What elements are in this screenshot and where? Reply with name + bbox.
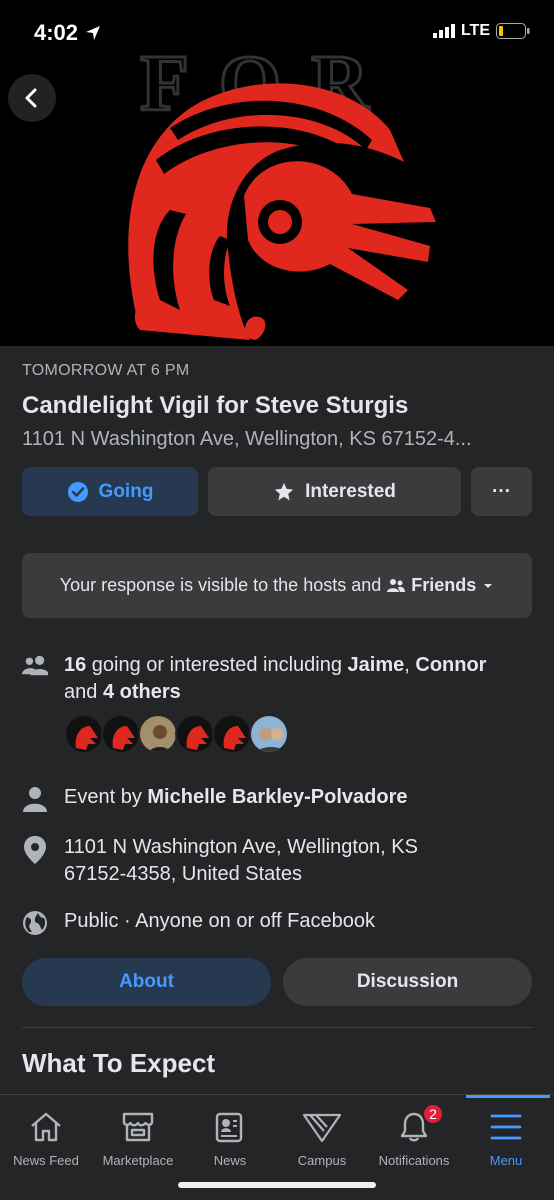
- chevron-left-icon: [25, 88, 37, 108]
- going-label: Going: [98, 480, 154, 502]
- friends-icon: [387, 578, 406, 592]
- location-pin-icon: [24, 836, 46, 864]
- interested-button[interactable]: Interested: [208, 467, 461, 516]
- going-button[interactable]: Going: [22, 467, 198, 516]
- response-visibility-notice: Your response is visible to the hosts an…: [22, 553, 532, 618]
- status-time-text: 4:02: [34, 20, 79, 45]
- nav-campus[interactable]: Campus: [276, 1095, 368, 1175]
- attendance-mid: going or interested including: [86, 654, 348, 676]
- menu-icon: [489, 1109, 523, 1145]
- person-icon-wrap: [22, 784, 48, 812]
- interested-label: Interested: [305, 480, 396, 502]
- status-time: 4:02: [34, 20, 102, 46]
- audience-selector[interactable]: Friends: [411, 575, 476, 596]
- attendee-name-2[interactable]: Connor: [415, 654, 486, 676]
- attendance-count: 16: [64, 654, 87, 676]
- event-address[interactable]: 1101 N Washington Ave, Wellington, KS 67…: [22, 428, 534, 451]
- attendance-text: 16 going or interested including Jaime, …: [64, 652, 486, 706]
- avatar[interactable]: [138, 714, 178, 754]
- event-time: TOMORROW AT 6 PM: [22, 362, 190, 379]
- status-bar: 4:02 LTE: [0, 0, 554, 66]
- nav-menu[interactable]: Menu: [460, 1095, 552, 1175]
- host-text: Event by Michelle Barkley-Polvadore: [64, 784, 408, 812]
- section-title: What To Expect: [22, 1048, 216, 1078]
- event-header: TOMORROW AT 6 PM Candlelight Vigil for S…: [22, 362, 534, 451]
- attendee-avatars[interactable]: [64, 714, 289, 754]
- privacy-row: Public · Anyone on or off Facebook: [22, 908, 532, 936]
- nav-label: News: [213, 1153, 247, 1168]
- avatar[interactable]: [64, 714, 104, 754]
- location-arrow-icon: [86, 26, 101, 40]
- host-prefix: Event by: [64, 786, 148, 808]
- nav-label: News Feed: [13, 1153, 79, 1168]
- signal-icon: [432, 24, 455, 38]
- divider: [22, 1027, 532, 1028]
- nav-label: Marketplace: [102, 1153, 174, 1168]
- host-row[interactable]: Event by Michelle Barkley-Polvadore: [22, 784, 532, 812]
- notification-badge: 2: [422, 1103, 444, 1125]
- location-line-1: 1101 N Washington Ave, Wellington, KS: [64, 836, 418, 858]
- avatar[interactable]: [249, 714, 289, 754]
- people-icon: [22, 655, 48, 676]
- host-name[interactable]: Michelle Barkley-Polvadore: [147, 786, 407, 808]
- tab-discussion[interactable]: Discussion: [283, 958, 532, 1006]
- visibility-text: Your response is visible to the hosts an…: [59, 575, 382, 595]
- status-right: LTE: [432, 22, 530, 40]
- avatar[interactable]: [101, 714, 141, 754]
- nav-label: Campus: [297, 1153, 347, 1168]
- event-tabs: About Discussion: [22, 958, 532, 1006]
- back-button[interactable]: [8, 74, 56, 122]
- network-label: LTE: [460, 22, 490, 39]
- nav-label: Notifications: [378, 1153, 450, 1168]
- battery-icon: [496, 23, 530, 39]
- nav-marketplace[interactable]: Marketplace: [92, 1095, 184, 1175]
- store-icon: [121, 1109, 155, 1145]
- check-circle-icon: [67, 481, 88, 502]
- location-line-2: 67152-4358, United States: [64, 863, 302, 885]
- caret-down-icon[interactable]: [482, 582, 494, 590]
- attendance-row[interactable]: 16 going or interested including Jaime, …: [22, 652, 532, 706]
- location-row[interactable]: 1101 N Washington Ave, Wellington, KS 67…: [22, 834, 532, 888]
- home-indicator[interactable]: [178, 1182, 376, 1188]
- bell-icon: 2: [398, 1103, 444, 1145]
- privacy-text: Public · Anyone on or off Facebook: [64, 910, 375, 932]
- event-cover-image: FOR 4:02 LTE: [0, 0, 554, 346]
- attendance-and: and: [64, 681, 103, 703]
- nav-news[interactable]: News: [184, 1095, 276, 1175]
- event-title: Candlelight Vigil for Steve Sturgis: [22, 392, 409, 419]
- globe-icon-wrap: [22, 908, 48, 936]
- attendance-others[interactable]: 4 others: [103, 681, 181, 703]
- pin-icon-wrap: [22, 834, 48, 888]
- person-icon: [23, 787, 47, 812]
- campus-icon: [302, 1109, 342, 1145]
- home-icon: [29, 1109, 63, 1145]
- star-icon: [274, 482, 294, 500]
- location-text: 1101 N Washington Ave, Wellington, KS 67…: [64, 834, 418, 888]
- tab-about[interactable]: About: [22, 958, 271, 1006]
- news-icon: [213, 1109, 247, 1145]
- nav-notifications[interactable]: 2 Notifications: [368, 1095, 460, 1175]
- avatar[interactable]: [175, 714, 215, 754]
- more-options-icon: ···: [492, 480, 511, 502]
- nav-label: Menu: [489, 1153, 523, 1168]
- nav-news-feed[interactable]: News Feed: [0, 1095, 92, 1175]
- globe-icon: [23, 911, 47, 935]
- attendance-sep: ,: [404, 654, 416, 676]
- attendee-name-1[interactable]: Jaime: [348, 654, 405, 676]
- avatar[interactable]: [212, 714, 252, 754]
- people-icon-wrap: [22, 652, 48, 706]
- rsvp-actions: Going Interested ···: [22, 467, 532, 516]
- more-options-button[interactable]: ···: [471, 467, 532, 516]
